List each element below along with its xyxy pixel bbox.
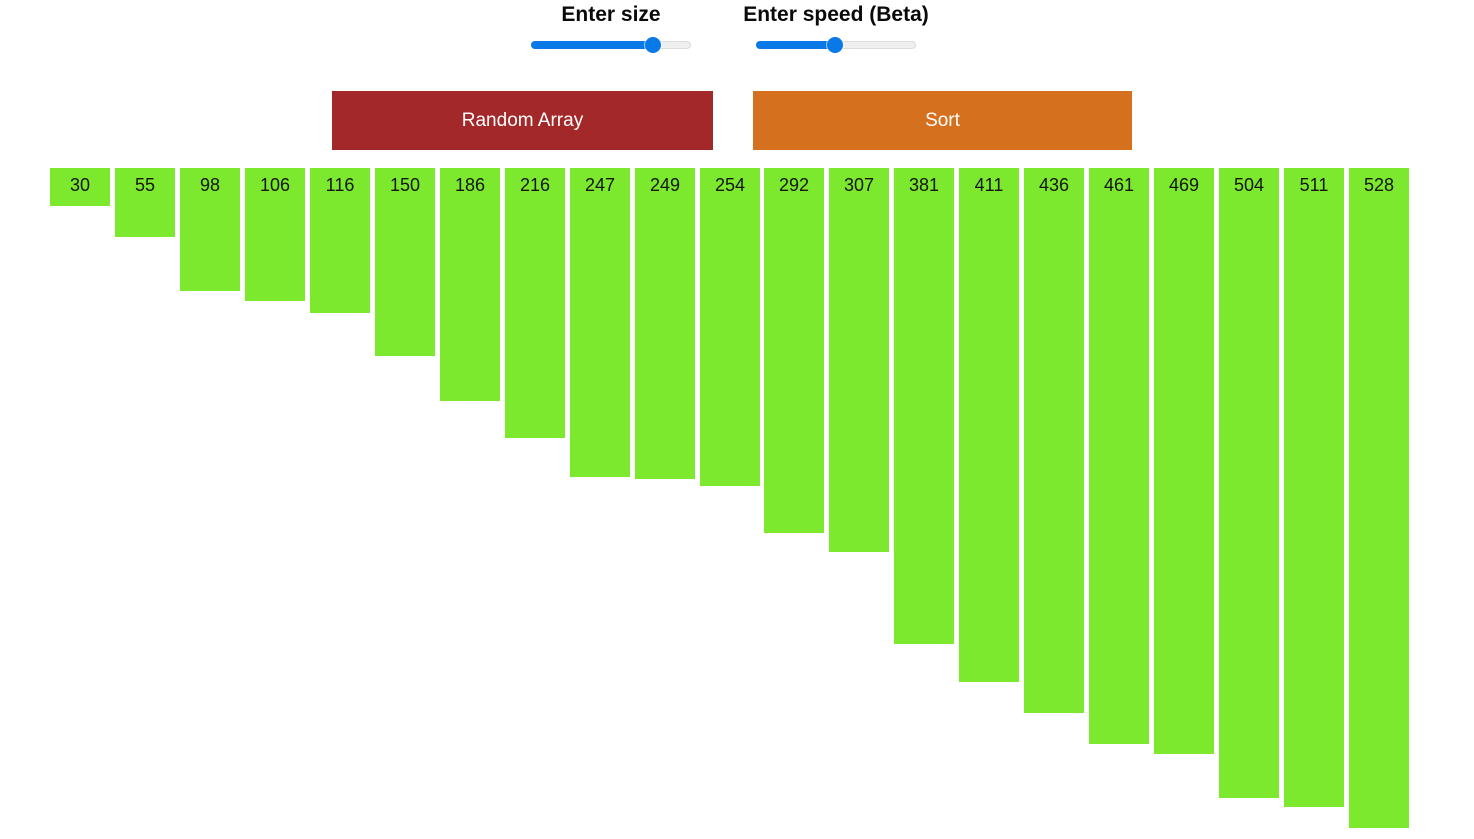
bar-value-label: 150 (389, 175, 421, 195)
bar-value-label: 186 (454, 175, 486, 195)
bar: 247 (570, 168, 630, 477)
bar: 106 (245, 168, 305, 301)
size-label: Enter size (561, 3, 661, 26)
bar-value-label: 381 (908, 175, 940, 195)
bar: 411 (959, 168, 1019, 682)
bar: 469 (1154, 168, 1214, 754)
random-array-button[interactable]: Random Array (332, 91, 713, 150)
action-buttons-row: Random Array Sort (0, 91, 1474, 151)
bar-value-label: 307 (843, 175, 875, 195)
bar: 55 (115, 168, 175, 237)
bar-value-label: 247 (584, 175, 616, 195)
controls-row: Enter size Enter speed (Beta) (0, 0, 1474, 70)
bar-value-label: 249 (649, 175, 681, 195)
bar-value-label: 292 (778, 175, 810, 195)
speed-slider-thumb[interactable] (826, 37, 843, 53)
speed-slider[interactable] (756, 35, 916, 55)
bar: 254 (700, 168, 760, 486)
bar-value-label: 30 (69, 175, 91, 195)
bar: 511 (1284, 168, 1344, 807)
bar: 249 (635, 168, 695, 479)
bar: 150 (375, 168, 435, 356)
bar: 461 (1089, 168, 1149, 744)
size-slider-thumb[interactable] (644, 37, 661, 53)
speed-label: Enter speed (Beta) (743, 3, 929, 26)
bar: 186 (440, 168, 500, 401)
size-control-group: Enter size (511, 0, 711, 55)
bar-value-label: 411 (974, 175, 1004, 195)
bar: 381 (894, 168, 954, 644)
bar: 528 (1349, 168, 1409, 828)
bar: 504 (1219, 168, 1279, 798)
bar-value-label: 469 (1168, 175, 1200, 195)
bar: 292 (764, 168, 824, 533)
bar-value-label: 254 (714, 175, 746, 195)
bar-value-label: 511 (1299, 175, 1329, 195)
bar-value-label: 106 (259, 175, 291, 195)
bar-value-label: 216 (519, 175, 551, 195)
speed-slider-fill (756, 41, 835, 49)
size-slider-fill (531, 41, 658, 49)
bar: 98 (180, 168, 240, 291)
sorting-visualizer-app: Enter size Enter speed (Beta) Random Arr… (0, 0, 1474, 839)
bar-value-label: 504 (1233, 175, 1265, 195)
bar-value-label: 98 (199, 175, 221, 195)
bar: 436 (1024, 168, 1084, 713)
bar-value-label: 528 (1363, 175, 1395, 195)
bar-value-label: 436 (1038, 175, 1070, 195)
bar: 216 (505, 168, 565, 438)
bar-value-label: 55 (134, 175, 156, 195)
bar: 116 (310, 168, 370, 313)
bar: 307 (829, 168, 889, 552)
bar-value-label: 461 (1103, 175, 1135, 195)
bar: 30 (50, 168, 110, 206)
bar-chart-area: 30 55 98 106 116 150 186 216 247 249 254 292 307 381 4… (0, 168, 1474, 839)
sort-button[interactable]: Sort (753, 91, 1132, 150)
bar-value-label: 116 (325, 175, 355, 195)
speed-control-group: Enter speed (Beta) (736, 0, 936, 55)
size-slider[interactable] (531, 35, 691, 55)
